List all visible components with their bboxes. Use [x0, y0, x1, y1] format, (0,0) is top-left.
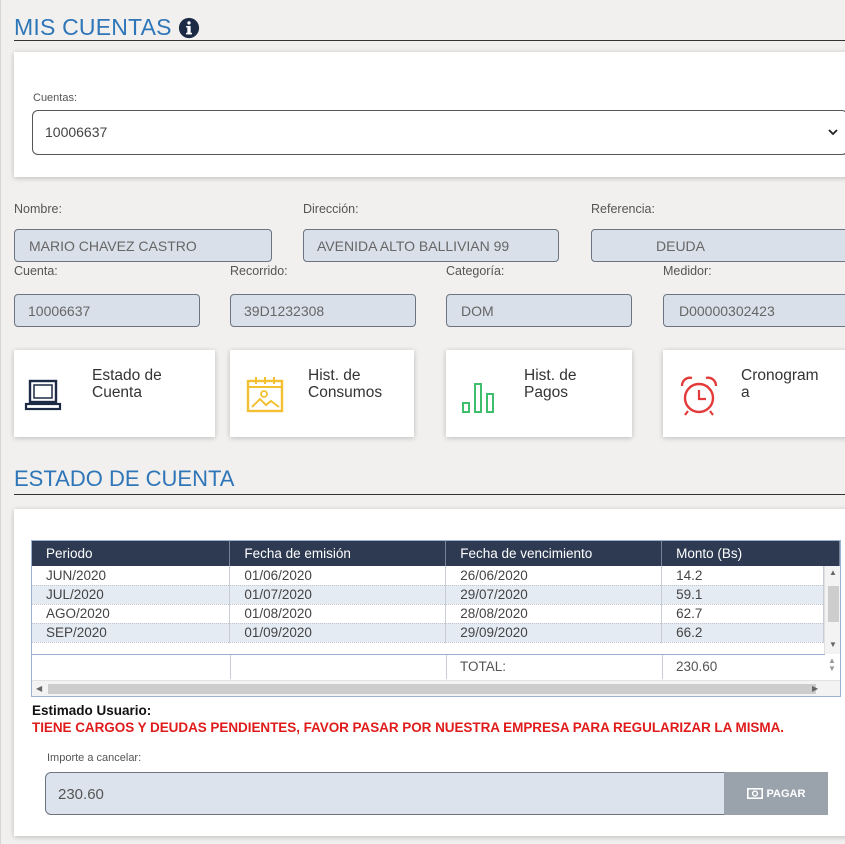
account-table-header: Periodo Fecha de emisión Fecha de vencim… — [32, 541, 840, 566]
table-row[interactable]: AGO/2020 01/08/2020 28/08/2020 62.7 — [32, 604, 824, 624]
cell-fecha-vencimiento: 29/07/2020 — [445, 585, 663, 605]
total-row-divider — [446, 655, 447, 679]
nombre-label: Nombre: — [14, 202, 62, 216]
cell-periodo: JUL/2020 — [32, 585, 231, 605]
image-icon — [246, 377, 284, 413]
direccion-label: Dirección: — [303, 202, 359, 216]
referencia-field: DEUDA — [591, 229, 845, 262]
estado-cuenta-underline — [14, 494, 845, 495]
account-card: Cuentas: 10006637 — [14, 52, 845, 177]
column-header-monto[interactable]: Monto (Bs) — [661, 541, 840, 566]
scroll-right-arrow-icon[interactable]: ▶ — [812, 684, 818, 693]
cell-monto: 14.2 — [661, 566, 824, 586]
table-row[interactable]: SEP/2020 01/09/2020 29/09/2020 66.2 — [32, 623, 824, 643]
categoria-field: DOM — [446, 294, 632, 327]
account-select[interactable]: 10006637 — [32, 110, 845, 155]
importe-label: Importe a cancelar: — [47, 752, 142, 764]
tile-cronograma-line1: Cronogram — [741, 367, 819, 384]
alarm-clock-icon — [680, 376, 718, 416]
cuenta-field: 10006637 — [14, 294, 200, 327]
account-select-label: Cuentas: — [33, 92, 78, 104]
table-vertical-scrollbar[interactable]: ▲ ▼ — [824, 566, 840, 654]
account-table-body[interactable]: JUN/2020 01/06/2020 26/06/2020 14.2 JUL/… — [32, 566, 824, 653]
tile-hist-consumos[interactable]: Hist. de Consumos — [230, 350, 414, 437]
cell-periodo: SEP/2020 — [32, 623, 231, 643]
direccion-field: AVENIDA ALTO BALLIVIAN 99 — [303, 229, 559, 262]
column-header-fecha-vencimiento[interactable]: Fecha de vencimiento — [445, 541, 663, 566]
scroll-up-arrow-icon[interactable]: ▲ — [829, 568, 837, 577]
tile-estado-cuenta-line2: Cuenta — [92, 384, 142, 401]
column-header-fecha-emision[interactable]: Fecha de emisión — [229, 541, 447, 566]
tile-hist-pagos-line1: Hist. de — [524, 367, 577, 384]
categoria-label: Categoría: — [446, 264, 505, 278]
tile-estado-cuenta[interactable]: Estado de Cuenta — [14, 350, 215, 437]
recorrido-label: Recorrido: — [230, 264, 288, 278]
tile-cronograma[interactable]: Cronogram a — [663, 350, 845, 437]
tile-hist-pagos-label: Hist. de Pagos — [524, 367, 577, 401]
account-select-value: 10006637 — [45, 124, 108, 140]
recorrido-field: 39D1232308 — [230, 294, 416, 327]
cell-monto: 66.2 — [661, 623, 824, 643]
medidor-field: D00000302423 — [663, 294, 845, 327]
bar-chart-icon — [462, 383, 494, 413]
total-row-divider — [230, 655, 231, 679]
tile-hist-pagos-line2: Pagos — [524, 384, 568, 401]
total-spinner-icon: ▲ ▼ — [828, 656, 836, 673]
page-title-text: MIS CUENTAS — [14, 14, 172, 40]
vertical-scroll-thumb[interactable] — [828, 586, 839, 622]
medidor-label: Medidor: — [663, 264, 712, 278]
tile-hist-consumos-line2: Consumos — [308, 384, 383, 401]
tile-cronograma-line2: a — [741, 384, 750, 401]
table-total-row: TOTAL: 230.60 — [32, 654, 825, 679]
left-border — [0, 0, 1, 844]
cell-fecha-emision: 01/07/2020 — [229, 585, 447, 605]
column-header-periodo[interactable]: Periodo — [32, 541, 231, 566]
importe-field: 230.60 — [45, 772, 725, 815]
pagar-button[interactable]: PAGAR — [724, 772, 828, 815]
money-icon — [746, 788, 763, 799]
horizontal-scroll-thumb[interactable] — [48, 684, 816, 694]
laptop-icon — [24, 379, 62, 411]
scroll-left-arrow-icon[interactable]: ◀ — [36, 684, 42, 693]
table-row[interactable]: JUL/2020 01/07/2020 29/07/2020 59.1 — [32, 585, 824, 605]
title-underline — [14, 40, 845, 41]
cell-fecha-vencimiento: 29/09/2020 — [445, 623, 663, 643]
pagar-button-label: PAGAR — [766, 787, 806, 800]
cell-fecha-emision: 01/09/2020 — [229, 623, 447, 643]
notice-title: Estimado Usuario: — [32, 703, 152, 718]
table-horizontal-scrollbar[interactable]: ◀ ▶ — [32, 680, 840, 696]
info-icon[interactable] — [178, 17, 200, 39]
cell-periodo: JUN/2020 — [32, 566, 231, 586]
total-label: TOTAL: — [460, 659, 507, 674]
cuenta-label: Cuenta: — [14, 264, 58, 278]
tile-estado-cuenta-line1: Estado de — [92, 367, 162, 384]
total-row-divider — [662, 655, 663, 679]
referencia-label: Referencia: — [591, 202, 655, 216]
cell-monto: 59.1 — [661, 585, 824, 605]
tile-hist-consumos-label: Hist. de Consumos — [308, 367, 382, 401]
total-value: 230.60 — [676, 659, 718, 674]
table-row[interactable]: JUN/2020 01/06/2020 26/06/2020 14.2 — [32, 566, 824, 586]
tile-hist-pagos[interactable]: Hist. de Pagos — [446, 350, 632, 437]
tile-estado-cuenta-label: Estado de Cuenta — [92, 367, 162, 401]
cell-fecha-emision: 01/08/2020 — [229, 604, 447, 624]
nombre-field: MARIO CHAVEZ CASTRO — [14, 229, 272, 262]
tile-cronograma-label: Cronogram a — [741, 367, 819, 401]
tile-hist-consumos-line1: Hist. de — [308, 367, 361, 384]
cell-fecha-vencimiento: 26/06/2020 — [445, 566, 663, 586]
cell-fecha-vencimiento: 28/08/2020 — [445, 604, 663, 624]
cell-periodo: AGO/2020 — [32, 604, 231, 624]
scroll-down-arrow-icon[interactable]: ▼ — [829, 640, 837, 649]
cell-fecha-emision: 01/06/2020 — [229, 566, 447, 586]
debt-warning-message: TIENE CARGOS Y DEUDAS PENDIENTES, FAVOR … — [32, 720, 784, 735]
estado-cuenta-title: ESTADO DE CUENTA — [14, 466, 235, 491]
chevron-down-icon — [828, 129, 838, 136]
page-title: MIS CUENTAS — [14, 14, 200, 41]
cell-monto: 62.7 — [661, 604, 824, 624]
